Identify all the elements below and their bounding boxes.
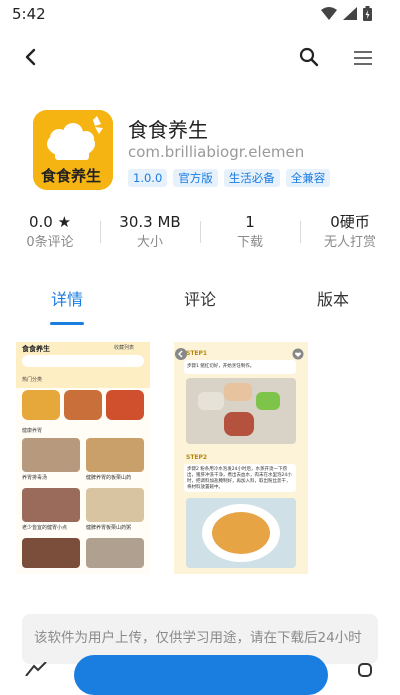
tag-category: 生活必备 [223,169,280,187]
app-name: 食食养生 [128,118,208,142]
shot1-section-stomach: 健康养胃 [22,428,43,434]
app-stats: 0.0 ★ 0条评论 30.3 MB 大小 1 下载 0硬币 无人打赏 [0,212,400,252]
status-icons [321,6,372,21]
shot1-fav: 收藏列表 [114,345,135,351]
downloads-label: 下载 [236,235,263,250]
tab-reviews[interactable]: 评论 [184,286,216,310]
step1-text: 步骤1 猪红切好，开始烹饪制作。 [187,364,255,369]
shot1-section-hot: 热门分类 [22,377,43,383]
more-icon[interactable] [358,663,372,677]
shot1-item: 养胃排毒汤 [22,475,48,481]
tag-official: 官方版 [173,169,218,187]
step2-text-box: 步骤2 粉条用冷水泡发24小时后，水蒸开烫一下捞出，猪肝冲洗干净，煮出去血水，肉… [184,464,296,492]
rating-value: 0.0 ★ [28,213,72,231]
shot1-card [86,488,144,522]
shot1-card [22,538,80,568]
tab-details[interactable]: 详情 [51,286,83,310]
stat-downloads: 1 下载 [200,212,300,252]
tag-version: 1.0.0 [128,169,168,187]
notice-text: 该软件为用户上传，仅供学习用途，请在下载后24小时 [34,630,362,646]
app-package: com.brilliabiogr.elemen [128,143,305,161]
shot1-thumb [64,390,102,420]
shot1-search [22,355,144,367]
noodles [212,512,270,554]
tag-compatibility: 全兼容 [285,169,331,187]
size-value: 30.3 MB [119,213,181,231]
ingredient [224,383,252,401]
coins-label: 无人打赏 [323,235,376,250]
screenshot-2[interactable]: STEP1 步骤1 猪红切好，开始烹饪制作。 STEP2 步骤2 粉条用冷水泡发… [174,342,308,574]
shot1-card [86,438,144,472]
ingredient [198,392,224,410]
top-toolbar [0,38,400,78]
wifi-icon [321,7,337,20]
step2-photo [186,498,296,568]
stat-size: 30.3 MB 大小 [100,212,200,252]
size-label: 大小 [136,235,163,250]
step1-text-box: 步骤1 猪红切好，开始烹饪制作。 [184,360,296,374]
signal-icon [343,7,357,20]
shot1-thumb [22,390,60,420]
shot1-item: 老少皆宜的健胃小点 [22,525,68,531]
tab-indicator [50,322,84,325]
shot1-item: 健脾养胃的板栗山药 [86,475,132,481]
heart-icon[interactable] [292,348,304,360]
step1-photo [186,378,296,444]
shot1-thumb [106,390,144,420]
status-bar: 5:42 [0,0,400,28]
share-icon[interactable] [24,662,48,676]
download-button[interactable] [74,655,328,695]
detail-tabs: 详情 评论 版本 [0,286,400,326]
stat-coins[interactable]: 0硬币 无人打赏 [300,212,400,252]
ingredient [256,392,280,410]
shot1-item: 健脾养胃板栗山药粥 [86,525,132,531]
shot1-card [22,438,80,472]
screenshot-1[interactable]: 食食养生 收藏列表 热门分类 健康养胃 养胃排毒汤 健脾养胃的板栗山药 老少皆宜… [16,342,150,574]
app-tags: 1.0.0 官方版 生活必备 全兼容 [128,169,331,187]
back-icon[interactable] [20,46,42,68]
shot1-card [86,538,144,568]
step1-label: STEP1 [186,350,208,357]
step2-label: STEP2 [186,454,208,461]
battery-icon [363,6,372,21]
app-icon-text: 食食养生 [41,167,102,185]
app-icon: 食食养生 [33,110,113,190]
coins-value: 0硬币 [330,213,370,231]
stat-rating: 0.0 ★ 0条评论 [0,212,100,252]
rating-label: 0条评论 [26,235,74,250]
shot1-title: 食食养生 [22,345,50,353]
step2-text: 步骤2 粉条用冷水泡发24小时后，水蒸开烫一下捞出，猪肝冲洗干净，煮出去血水，肉… [187,467,292,490]
ingredient [224,412,254,436]
search-icon[interactable] [298,46,320,68]
tab-versions[interactable]: 版本 [317,286,349,310]
downloads-value: 1 [245,213,255,231]
status-time: 5:42 [12,5,46,23]
menu-icon[interactable] [352,47,374,69]
shot1-card [22,488,80,522]
